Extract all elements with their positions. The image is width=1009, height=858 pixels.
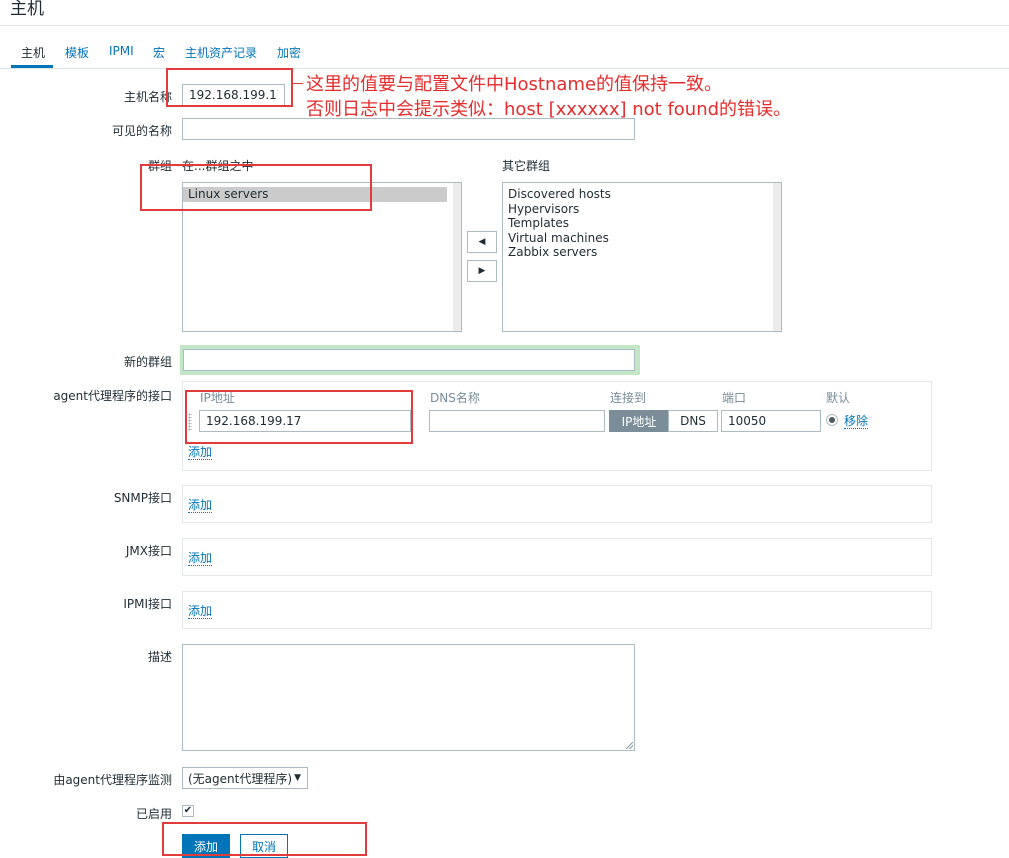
port-column-header: 端口: [722, 391, 747, 405]
list-item[interactable]: Templates: [503, 216, 781, 231]
groups-label: 群组: [147, 159, 172, 173]
other-groups-listbox[interactable]: Discovered hosts Hypervisors Templates V…: [502, 182, 782, 332]
ip-column-header: IP地址: [200, 391, 235, 405]
monitored-by-label: 由agent代理程序监测: [53, 773, 172, 787]
default-column-header: 默认: [826, 391, 851, 405]
tab-host[interactable]: 主机: [21, 44, 45, 61]
connect-to-column-header: 连接到: [610, 391, 647, 405]
header-divider: [0, 25, 1009, 26]
enabled-checkbox[interactable]: ✔: [182, 805, 194, 817]
dns-column-header: DNS名称: [430, 391, 480, 405]
description-label: 描述: [147, 650, 172, 664]
agent-interface-box: IP地址 DNS名称 连接到 端口 默认 IP地址 DNS 移除 添加: [182, 381, 932, 471]
move-right-button[interactable]: ▶: [467, 260, 497, 282]
list-item[interactable]: Linux servers: [183, 187, 447, 202]
visible-name-label: 可见的名称: [111, 124, 172, 138]
checkmark-icon: ✔: [183, 805, 193, 816]
in-groups-label: 在...群组之中: [182, 159, 254, 173]
enabled-label: 已启用: [135, 807, 172, 821]
tab-bar: 主机 模板 IPMI 宏 主机资产记录 加密: [0, 38, 1009, 69]
scrollbar[interactable]: [453, 183, 461, 331]
agent-ip-input[interactable]: [199, 410, 411, 432]
tab-encryption[interactable]: 加密: [277, 44, 301, 61]
tab-macros[interactable]: 宏: [153, 44, 165, 61]
list-item[interactable]: Virtual machines: [503, 231, 781, 246]
proxy-select[interactable]: (无agent代理程序) ▼: [182, 767, 308, 789]
snmp-label: SNMP接口: [113, 491, 172, 505]
annotation-connector: [293, 83, 303, 84]
scrollbar[interactable]: [773, 183, 781, 331]
host-name-input[interactable]: [182, 84, 285, 106]
connect-ip-toggle[interactable]: IP地址: [609, 410, 669, 432]
tab-templates[interactable]: 模板: [65, 44, 89, 61]
default-radio[interactable]: [826, 414, 838, 426]
add-agent-interface-link[interactable]: 添加: [188, 445, 213, 460]
add-jmx-interface-link[interactable]: 添加: [188, 551, 213, 566]
arrow-left-icon: ◀: [478, 237, 486, 247]
remove-interface-link[interactable]: 移除: [844, 414, 869, 429]
add-button[interactable]: 添加: [182, 834, 230, 858]
cancel-button[interactable]: 取消: [240, 834, 288, 858]
tab-inventory[interactable]: 主机资产记录: [185, 44, 257, 61]
annotation-line-1: 这里的值要与配置文件中Hostname的值保持一致。: [306, 74, 723, 95]
new-group-input[interactable]: [183, 349, 635, 371]
list-item[interactable]: Discovered hosts: [503, 187, 781, 202]
move-left-button[interactable]: ◀: [467, 231, 497, 253]
list-item[interactable]: Zabbix servers: [503, 245, 781, 260]
jmx-label: JMX接口: [125, 544, 172, 558]
host-name-label: 主机名称: [123, 90, 172, 104]
agent-port-input[interactable]: [721, 410, 821, 432]
connect-dns-toggle[interactable]: DNS: [668, 410, 718, 432]
snmp-interface-box: 添加: [182, 485, 932, 523]
list-item[interactable]: Hypervisors: [503, 202, 781, 217]
tab-ipmi[interactable]: IPMI: [109, 44, 134, 58]
drag-handle-icon[interactable]: [188, 413, 192, 431]
proxy-select-value: (无agent代理程序): [188, 771, 293, 786]
agent-interface-label: agent代理程序的接口: [53, 389, 172, 403]
visible-name-input[interactable]: [182, 118, 635, 140]
add-snmp-interface-link[interactable]: 添加: [188, 498, 213, 513]
chevron-down-icon: ▼: [294, 773, 301, 783]
new-group-label: 新的群组: [123, 355, 172, 369]
ipmi-interface-box: 添加: [182, 591, 932, 629]
add-ipmi-interface-link[interactable]: 添加: [188, 604, 213, 619]
other-groups-label: 其它群组: [502, 159, 551, 173]
agent-dns-input[interactable]: [429, 410, 605, 432]
in-groups-listbox[interactable]: Linux servers: [182, 182, 462, 332]
radio-dot-icon: [829, 417, 835, 423]
jmx-interface-box: 添加: [182, 538, 932, 576]
resize-handle-icon[interactable]: [626, 742, 633, 749]
active-tab-indicator: [11, 65, 53, 68]
arrow-right-icon: ▶: [478, 266, 486, 276]
page-title: 主机: [10, 0, 44, 19]
ipmi-label: IPMI接口: [123, 597, 172, 611]
description-textarea[interactable]: [182, 644, 635, 751]
